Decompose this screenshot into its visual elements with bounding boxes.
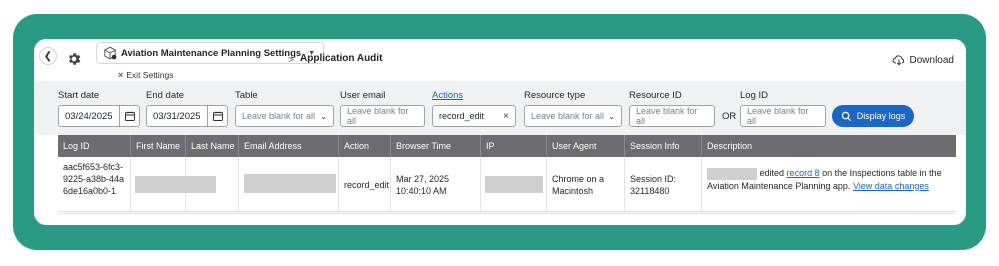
end-date-picker[interactable]: 03/31/2025 <box>146 105 228 127</box>
table-row[interactable] <box>58 213 956 221</box>
breadcrumb-separator: > <box>288 55 294 66</box>
resource-type-select[interactable]: Leave blank for all ⌄ <box>524 105 622 127</box>
start-date-input[interactable]: 03/24/2025 <box>58 105 120 127</box>
table-select[interactable]: Leave blank for all ⌄ <box>235 105 334 127</box>
end-date-label: End date <box>146 90 185 101</box>
cell-first-name <box>131 157 216 212</box>
table-filter-label: Table <box>235 90 258 101</box>
chevron-down-icon: ⌄ <box>608 111 615 121</box>
chevron-down-icon: ⌄ <box>320 111 327 121</box>
cloud-download-icon <box>892 55 904 66</box>
redacted-email-block <box>244 174 336 193</box>
gear-icon[interactable] <box>66 51 82 67</box>
start-date-label: Start date <box>58 90 100 101</box>
table-row[interactable]: aac5f653-6fc3-9225-a38b-44a6de16a0b0-1 r… <box>58 157 956 212</box>
download-label: Download <box>909 54 954 66</box>
column-header-last-name[interactable]: Last Name <box>186 135 239 157</box>
resource-type-label: Resource type <box>524 90 586 101</box>
user-email-label: User email <box>340 90 386 101</box>
app-selector-label: Aviation Maintenance Planning Settings <box>121 47 302 59</box>
cell-action: record_edit <box>339 157 391 212</box>
cell-email <box>239 157 339 212</box>
column-header-action[interactable]: Action <box>339 135 391 157</box>
clear-icon[interactable]: × <box>503 111 509 122</box>
column-header-description[interactable]: Description <box>702 135 956 157</box>
cell-last-name <box>186 157 239 212</box>
redacted-user-block <box>707 167 757 180</box>
table-select-placeholder: Leave blank for all <box>242 111 316 121</box>
cell-browser-time: Mar 27, 2025 10:40:10 AM <box>391 157 481 212</box>
actions-selected-value: record_edit <box>439 111 485 121</box>
resource-id-input[interactable]: Leave blank for all <box>629 105 715 127</box>
download-button[interactable]: Download <box>892 53 954 67</box>
search-icon <box>841 111 851 121</box>
cell-description: edited record 8 on the Inspections table… <box>702 157 956 212</box>
user-email-placeholder: Leave blank for all <box>347 106 409 126</box>
end-date-input[interactable]: 03/31/2025 <box>146 105 208 127</box>
exit-settings-link[interactable]: × Exit Settings <box>118 70 174 80</box>
cell-log-id: aac5f653-6fc3-9225-a38b-44a6de16a0b0-1 <box>58 157 131 212</box>
back-button[interactable]: ❮ <box>39 47 57 65</box>
resource-id-label: Resource ID <box>629 90 682 101</box>
record-link[interactable]: record 8 <box>787 168 820 178</box>
exit-settings-label: Exit Settings <box>126 70 174 80</box>
filter-bar: Start date 03/24/2025 End date 03/31/202… <box>34 81 966 135</box>
cell-ip <box>481 157 547 212</box>
table-header-row: Log ID First Name Last Name Email Addres… <box>58 135 956 157</box>
cell-session-info: Session ID: 32118480 <box>625 157 702 212</box>
log-id-placeholder: Leave blank for all <box>747 106 809 126</box>
actions-select[interactable]: record_edit × <box>432 105 516 127</box>
page-title: Application Audit <box>300 53 383 64</box>
display-logs-label: Display logs <box>856 111 906 121</box>
column-header-email[interactable]: Email Address <box>239 135 339 157</box>
column-header-browser-time[interactable]: Browser Time <box>391 135 481 157</box>
start-date-picker[interactable]: 03/24/2025 <box>58 105 140 127</box>
app-cube-icon <box>104 46 117 60</box>
actions-label-link[interactable]: Actions <box>432 90 463 101</box>
calendar-icon[interactable] <box>120 105 140 127</box>
log-id-input[interactable]: Leave blank for all <box>740 105 826 127</box>
or-label: OR <box>722 111 737 122</box>
close-icon: × <box>118 70 124 80</box>
view-data-changes-link[interactable]: View data changes <box>853 181 929 191</box>
redacted-ip-block <box>485 176 543 193</box>
resource-type-placeholder: Leave blank for all <box>531 111 605 121</box>
chevron-left-icon: ❮ <box>43 50 53 62</box>
user-email-input[interactable]: Leave blank for all <box>340 105 425 127</box>
column-header-ip[interactable]: IP <box>481 135 547 157</box>
column-header-user-agent[interactable]: User Agent <box>547 135 625 157</box>
calendar-icon[interactable] <box>208 105 228 127</box>
resource-id-placeholder: Leave blank for all <box>636 106 698 126</box>
display-logs-button[interactable]: Display logs <box>832 105 914 127</box>
column-header-first-name[interactable]: First Name <box>131 135 186 157</box>
description-verb: edited <box>759 168 785 178</box>
app-window: ❮ Aviation Maintenance Planning Settings… <box>34 39 966 225</box>
column-header-session-info[interactable]: Session Info <box>625 135 702 157</box>
cell-user-agent: Chrome on a Macintosh <box>547 157 625 212</box>
column-header-log-id[interactable]: Log ID <box>58 135 131 157</box>
log-id-label: Log ID <box>740 90 768 101</box>
